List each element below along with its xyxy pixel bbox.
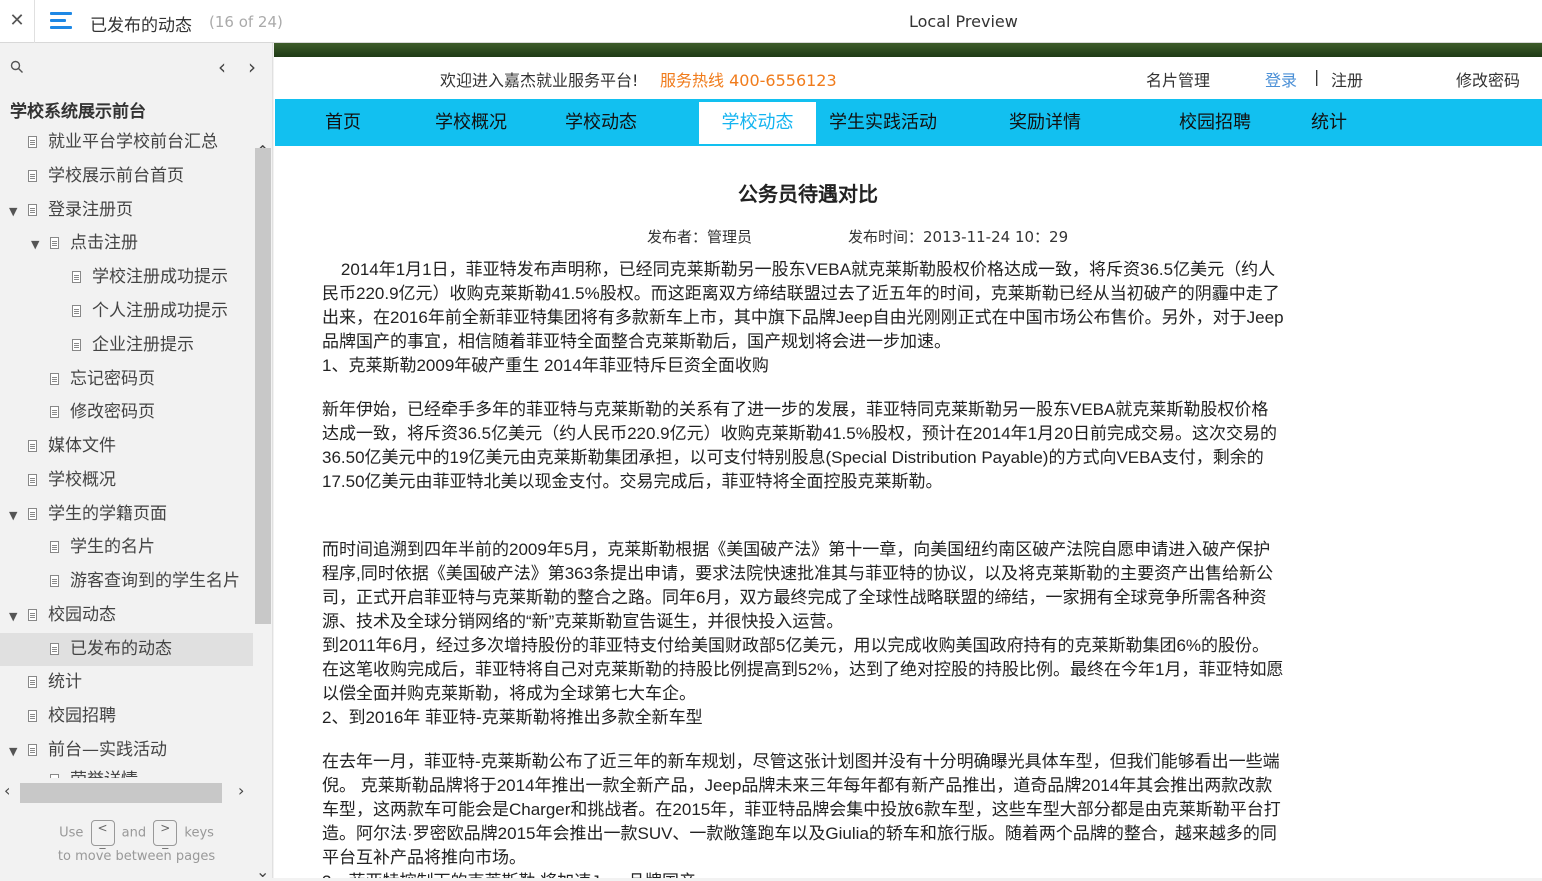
preview-title: Local Preview [909,12,1018,31]
close-icon[interactable]: ✕ [0,0,35,43]
page-count: (16 of 24) [209,13,283,31]
page-icon [72,271,81,283]
page-icon [28,508,37,520]
tree-item[interactable]: 点击注册 [50,227,138,260]
page-icon [72,339,81,351]
page-icon [50,774,59,778]
link-separator: | [1314,67,1320,86]
chevron-left-icon[interactable]: ‹ [4,781,10,800]
welcome-text: 欢迎进入嘉杰就业服务平台! [440,71,639,90]
site-navbar: 首页 学校概况 学校动态 学校动态 学生实践活动 奖励详情 校园招聘 统计 [275,99,1542,146]
tree-item[interactable]: 学校注册成功提示 [72,261,228,294]
caret-down-icon[interactable]: ▼ [9,745,17,758]
tree-item[interactable]: 修改密码页 [50,396,155,429]
hotline-text: 服务热线 400-6556123 [660,71,837,90]
page-icon [50,237,59,249]
page-title: 已发布的动态 [90,16,192,36]
article-subheading: 2、到2016年 菲亚特-克莱斯勒将推出多款全新车型 [322,708,703,727]
left-key-icon: < _ [90,820,115,849]
tree-item[interactable]: 校园动态 [28,599,116,632]
page-icon [28,204,37,216]
page-icon [28,676,37,688]
page-icon [28,609,37,621]
article-paragraph: 而时间追溯到四年半前的2009年5月，克莱斯勒根据《美国破产法》第十一章，向美国… [322,540,1274,631]
tree-item[interactable]: 前台—实践活动 [28,734,167,767]
nav-statistics[interactable]: 统计 [1311,99,1347,146]
tree-item[interactable]: 媒体文件 [28,430,116,463]
chevron-right-icon[interactable]: › [248,55,256,79]
top-bar: ✕ 已发布的动态 (16 of 24) Local Preview [0,0,1542,43]
tree-item[interactable]: 就业平台学校前台汇总 [28,126,218,159]
page-icon [72,305,81,317]
chevron-right-icon[interactable]: › [238,781,244,800]
nav-school-overview[interactable]: 学校概况 [435,99,507,146]
search-icon[interactable] [10,60,24,74]
nav-home[interactable]: 首页 [325,99,361,146]
tree-item[interactable]: 忘记密码页 [50,363,155,396]
article-paragraph: 到2011年6月，经过多次增持股份的菲亚特支付给美国财政部5亿美元，用以完成收购… [322,636,1284,703]
article-body: 2014年1月1日，菲亚特发布声明称，已经同克莱斯勒另一股东VEBA就克莱斯勒股… [322,258,1284,878]
chevron-left-icon[interactable]: ‹ [218,55,226,79]
page-icon [28,136,37,148]
page-icon [28,170,37,182]
vertical-scrollbar[interactable]: ⌃ ⌄ [253,142,272,881]
article-paragraph: 2014年1月1日，菲亚特发布声明称，已经同克莱斯勒另一股东VEBA就克莱斯勒股… [322,260,1284,351]
keyboard-hint: Use < _ and > _ keys to move between pages [57,820,216,864]
page-icon [50,541,59,553]
nav-awards[interactable]: 奖励详情 [1009,99,1081,146]
tree-item[interactable]: 学生的名片 [50,531,155,564]
page-icon [28,710,37,722]
tree-item[interactable]: 荣誉详情 [50,764,138,778]
tree-item[interactable]: 校园招聘 [28,700,116,733]
article-subheading: 1、克莱斯勒2009年破产重生 2014年菲亚特斥巨资全面收购 [322,356,769,375]
article-publish-time: 发布时间：2013-11-24 10：29 [848,228,1069,246]
sidebar: ‹ › 学校系统展示前台 就业平台学校前台汇总 学校展示前台首页 ▼ 登录注册页… [0,43,273,881]
page-icon [50,575,59,587]
article-paragraph: 新年伊始，已经牵手多年的菲亚特与克莱斯勒的关系有了进一步的发展，菲亚特同克莱斯勒… [322,400,1278,491]
tree-item[interactable]: 企业注册提示 [72,329,194,362]
page-icon [50,406,59,418]
login-link[interactable]: 登录 [1265,67,1297,91]
tree-item[interactable]: 个人注册成功提示 [72,295,228,328]
nav-practice[interactable]: 学生实践活动 [829,99,937,146]
tree-item[interactable]: 学校概况 [28,464,116,497]
article-paragraph: 在去年一月，菲亚特-克莱斯勒公布了近三年的新车规划，尽管这张计划图并没有十分明确… [322,752,1281,867]
caret-down-icon[interactable]: ▼ [31,238,39,251]
caret-down-icon[interactable]: ▼ [9,610,17,623]
article-publisher: 发布者：管理员 [647,228,753,246]
change-password-link[interactable]: 修改密码 [1456,67,1520,91]
tree-item[interactable]: 学生的学籍页面 [28,498,167,531]
tree-item-selected[interactable]: 已发布的动态 [0,633,253,666]
tree-item[interactable]: 统计 [28,666,82,699]
caret-down-icon[interactable]: ▼ [9,205,17,218]
page-icon [28,474,37,486]
caret-down-icon[interactable]: ▼ [9,509,17,522]
tree-item[interactable]: 登录注册页 [28,194,133,227]
menu-icon[interactable] [50,12,72,30]
card-management-link[interactable]: 名片管理 [1146,67,1210,91]
nav-school-news[interactable]: 学校动态 [565,99,637,146]
site-banner [274,43,1542,57]
article-title: 公务员待遇对比 [738,182,878,206]
page-icon [28,440,37,452]
page-icon [50,643,59,655]
page-icon [50,373,59,385]
article-subheading: 3、菲亚特控制下的克莱斯勒 将加速Jeep品牌国产 [322,870,1284,878]
tree-item[interactable]: 学校展示前台首页 [28,160,184,193]
horizontal-scrollbar-thumb[interactable] [20,783,222,803]
scrollbar-thumb[interactable] [255,148,271,624]
nav-school-news-active[interactable]: 学校动态 [699,102,816,144]
nav-recruitment[interactable]: 校园招聘 [1179,99,1251,146]
tree-title: 学校系统展示前台 [10,102,146,122]
preview-content: 欢迎进入嘉杰就业服务平台! 服务热线 400-6556123 名片管理 登录 |… [274,43,1542,878]
page-icon [28,744,37,756]
tree-item[interactable]: 游客查询到的学生名片 [50,565,240,598]
register-link[interactable]: 注册 [1331,67,1363,91]
right-key-icon: > _ [153,820,178,849]
